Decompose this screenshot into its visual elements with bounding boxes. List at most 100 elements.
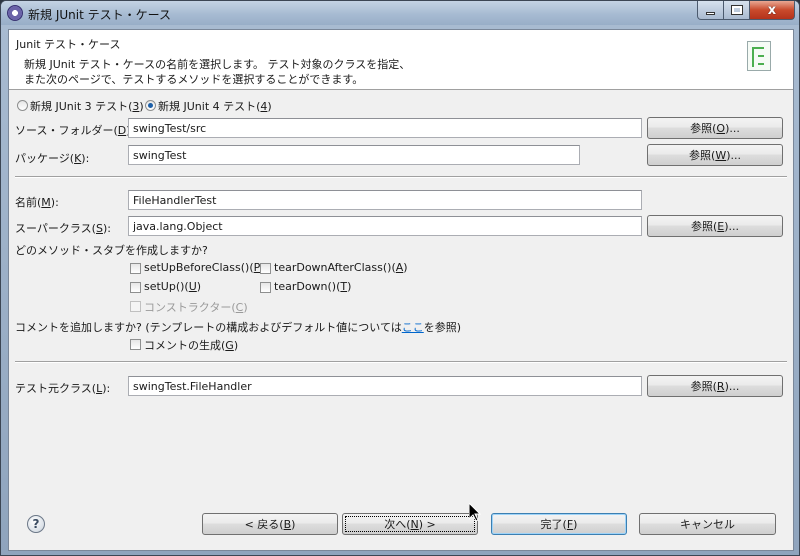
- finish-label-tail: ): [573, 517, 578, 531]
- stub-label-tail: ): [403, 261, 408, 274]
- teardown-checkbox[interactable]: [260, 282, 271, 293]
- banner-description: 新規 JUnit テスト・ケースの名前を選択します。 テスト対象のクラスを指定、…: [24, 57, 410, 87]
- name-label-text: 名前(: [15, 196, 42, 209]
- stub-label-text: tearDownAfterClass()(: [274, 261, 396, 274]
- banner-description-line2: また次のページで、テストするメソッドを選択することができます。: [24, 73, 364, 86]
- generate-comments-label[interactable]: コメントの生成(G): [144, 337, 238, 353]
- name-mnemonic: M: [41, 196, 51, 209]
- banner-title: Junit テスト・ケース: [16, 38, 121, 51]
- generate-label-tail: ): [233, 339, 239, 352]
- separator: [15, 176, 787, 178]
- browse-tail: )...: [725, 121, 740, 135]
- maximize-icon: [730, 5, 743, 15]
- back-button[interactable]: < 戻る(B): [202, 513, 338, 535]
- browse-mnemonic: R: [716, 379, 725, 393]
- browse-tail: )...: [724, 379, 740, 393]
- cancel-button[interactable]: キャンセル: [639, 513, 776, 535]
- close-button[interactable]: x: [750, 1, 795, 20]
- class-under-test-label: テスト元クラス(L):: [15, 380, 110, 396]
- help-icon[interactable]: ?: [27, 515, 45, 533]
- stub-label-text: tearDown()(: [274, 280, 341, 293]
- browse-tail: )...: [724, 219, 740, 233]
- stub-label-text: setUp()(: [144, 280, 189, 293]
- source-folder-label-text: ソース・フォルダー(: [15, 124, 118, 137]
- finish-button[interactable]: 完了(F): [491, 513, 627, 535]
- next-button[interactable]: 次へ(N) >: [342, 513, 478, 535]
- junit3-radio-label[interactable]: 新規 JUnit 3 テスト(3): [30, 98, 144, 114]
- superclass-mnemonic: S: [95, 222, 103, 235]
- junit4-label-text: 新規 JUnit 4 テスト(: [158, 100, 261, 113]
- finish-label-text: 完了(: [540, 518, 567, 531]
- maximize-button[interactable]: [724, 1, 750, 20]
- source-folder-mnemonic: D: [117, 124, 127, 137]
- dialog-window: 新規 JUnit テスト・ケース x Junit テスト・ケース 新規 JUni…: [0, 0, 800, 556]
- name-label-tail: ):: [50, 196, 59, 209]
- stub-mnemonic: U: [188, 280, 197, 293]
- browse-text: 参照(: [690, 122, 717, 135]
- source-folder-browse-button[interactable]: 参照(O)...: [647, 117, 783, 139]
- next-label-tail: ) >: [418, 517, 436, 531]
- junit3-label-text: 新規 JUnit 3 テスト(: [30, 100, 133, 113]
- junit3-label-tail: ): [139, 100, 144, 113]
- comments-question-tail: を参照): [423, 321, 462, 334]
- source-folder-input[interactable]: swingTest/src: [128, 118, 642, 138]
- stub-label-tail: ): [347, 280, 352, 293]
- teardown-after-class-checkbox[interactable]: [260, 263, 271, 274]
- class-under-test-browse-button[interactable]: 参照(R)...: [647, 375, 783, 397]
- stub-label-tail: ): [196, 280, 202, 293]
- setup-label[interactable]: setUp()(U): [144, 280, 201, 293]
- title-bar[interactable]: 新規 JUnit テスト・ケース x: [1, 1, 799, 25]
- comments-question-text: コメントを追加しますか? (テンプレートの構成およびデフォルト値については: [15, 321, 402, 334]
- next-mnemonic: N: [410, 517, 419, 531]
- superclass-label-tail: ):: [102, 222, 111, 235]
- teardown-after-class-label[interactable]: tearDownAfterClass()(A): [274, 261, 408, 274]
- stub-label-text: コンストラクター(: [144, 301, 236, 314]
- browse-text: 参照(: [690, 220, 718, 233]
- source-folder-label: ソース・フォルダー(D):: [15, 122, 134, 138]
- junit-wizard-icon-line: [758, 63, 764, 65]
- package-browse-button[interactable]: 参照(W)...: [647, 144, 783, 166]
- back-label-text: < 戻る(: [244, 518, 284, 531]
- browse-mnemonic: E: [717, 219, 725, 233]
- separator: [15, 361, 787, 363]
- browse-mnemonic: W: [715, 148, 727, 162]
- name-input[interactable]: FileHandlerTest: [128, 190, 642, 210]
- class-under-test-label-tail: ):: [102, 382, 111, 395]
- setup-checkbox[interactable]: [130, 282, 141, 293]
- name-label: 名前(M):: [15, 194, 59, 210]
- minimize-button[interactable]: [697, 1, 724, 20]
- method-stubs-question: どのメソッド・スタブを作成しますか?: [15, 244, 208, 257]
- generate-label-text: コメントの生成(: [144, 339, 226, 352]
- teardown-label[interactable]: tearDown()(T): [274, 280, 351, 293]
- close-icon: x: [767, 2, 777, 18]
- class-under-test-input[interactable]: swingTest.FileHandler: [128, 376, 642, 396]
- dialog-client-area: Junit テスト・ケース 新規 JUnit テスト・ケースの名前を選択します。…: [8, 29, 794, 551]
- junit4-radio[interactable]: [145, 100, 156, 111]
- next-label-text: 次へ(: [384, 518, 411, 531]
- comments-question: コメントを追加しますか? (テンプレートの構成およびデフォルト値についてはここを…: [15, 319, 461, 335]
- superclass-label-text: スーパークラス(: [15, 222, 96, 235]
- junit-wizard-icon-stem: [752, 47, 754, 67]
- package-label-text: パッケージ(: [15, 152, 75, 165]
- setup-before-class-checkbox[interactable]: [130, 263, 141, 274]
- junit4-radio-label[interactable]: 新規 JUnit 4 テスト(4): [158, 98, 272, 114]
- superclass-input[interactable]: java.lang.Object: [128, 216, 642, 236]
- back-mnemonic: B: [283, 517, 292, 531]
- generate-comments-checkbox[interactable]: [130, 339, 141, 350]
- template-link[interactable]: ここ: [402, 321, 424, 334]
- setup-before-class-label[interactable]: setUpBeforeClass()(P): [144, 261, 265, 274]
- stub-label-tail: ): [243, 301, 248, 314]
- window-title: 新規 JUnit テスト・ケース: [28, 8, 171, 22]
- junit4-label-tail: ): [267, 100, 272, 113]
- generate-mnemonic: G: [225, 339, 234, 352]
- superclass-browse-button[interactable]: 参照(E)...: [647, 215, 783, 237]
- stub-label-text: setUpBeforeClass()(: [144, 261, 254, 274]
- minimize-icon: [706, 11, 715, 15]
- browse-mnemonic: O: [716, 121, 726, 135]
- window-controls: x: [697, 1, 795, 20]
- package-label: パッケージ(K):: [15, 150, 89, 166]
- junit-wizard-icon: [747, 41, 771, 71]
- constructor-label: コンストラクター(C): [144, 299, 248, 315]
- package-input[interactable]: swingTest: [128, 145, 580, 165]
- junit3-radio[interactable]: [17, 100, 28, 111]
